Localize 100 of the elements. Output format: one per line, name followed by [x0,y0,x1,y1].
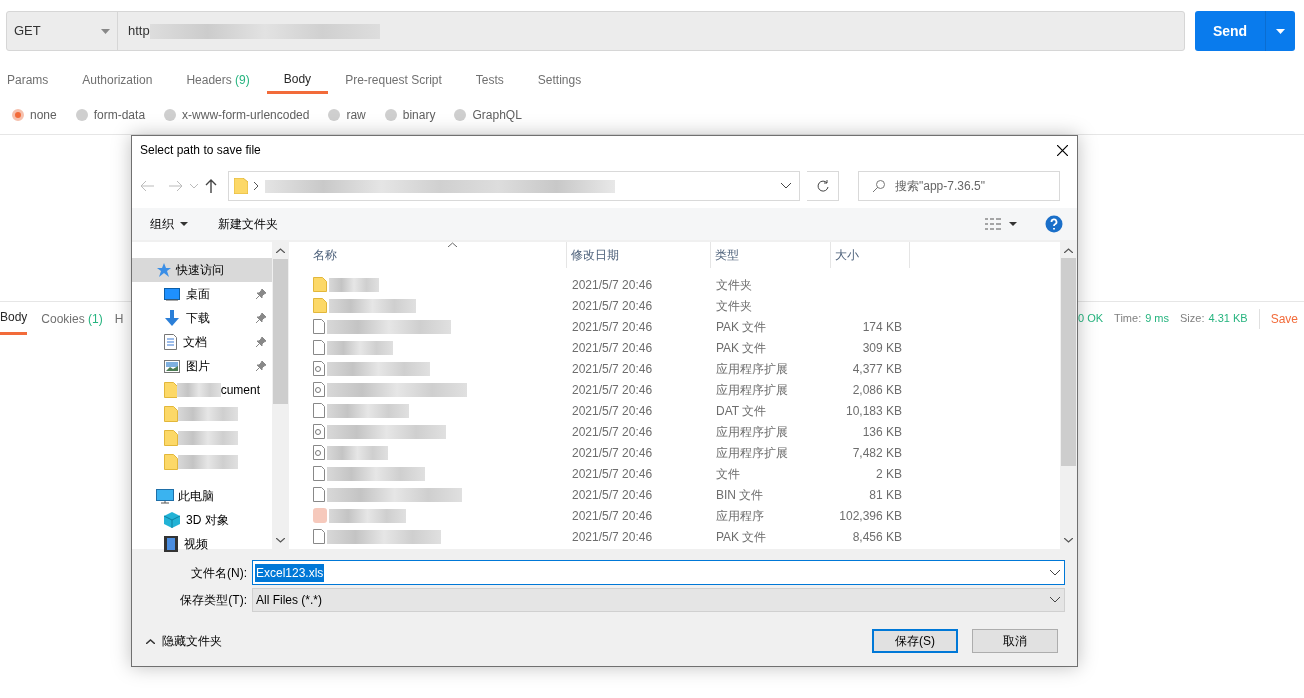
time-label: Time: [1114,311,1142,327]
monitor-icon [164,287,180,301]
column-header[interactable]: 修改日期 [566,242,710,268]
confirm-save-button[interactable]: 保存(S) [872,629,958,653]
caret-icon [180,222,188,226]
scrollbar[interactable] [1060,242,1077,549]
search-icon [873,180,885,192]
filetype-dropdown[interactable]: All Files (*.*) [252,588,1065,612]
cancel-button[interactable]: 取消 [972,629,1058,653]
radio-option[interactable]: none [12,106,57,124]
caret-icon [1009,222,1017,226]
refresh-icon [816,180,829,192]
chevron-down-icon[interactable] [781,183,791,189]
view-options-button[interactable] [985,218,1017,230]
chevron-up-icon [276,248,285,253]
radio-option[interactable]: form-data [75,106,146,124]
new-folder-button[interactable]: 新建文件夹 [218,215,278,233]
refresh-button[interactable] [807,171,839,201]
request-tab[interactable]: Body [266,66,329,94]
file-type: 应用程序扩展 [715,444,789,462]
nav-item[interactable]: 3D 对象 [132,508,272,532]
column-header[interactable]: 名称 [309,242,566,268]
file-row[interactable]: 2021/5/7 20:46 文件夹 [309,295,1060,316]
chevron-down-icon [1064,538,1073,543]
request-tab[interactable]: Pre-request Script [328,66,459,94]
blur-patch [178,431,238,445]
file-row[interactable]: 2021/5/7 20:46 DAT 文件 10,183 KB [309,400,1060,421]
dialog-title: Select path to save file [140,142,261,159]
file-size: 2 KB [875,465,903,483]
status-text: 0 OK [1078,311,1104,327]
help-icon[interactable] [1045,215,1063,233]
response-tab[interactable]: Cookies (1) [35,302,109,335]
scrollbar-thumb[interactable] [273,259,288,404]
list-view-icon [985,218,1001,230]
file-row[interactable]: 2021/5/7 20:46 文件夹 [309,274,1060,295]
document-icon [164,334,177,350]
chevron-down-icon [1050,569,1060,576]
radio-option[interactable]: GraphQL [454,106,522,124]
request-tab[interactable]: Authorization [65,66,170,94]
column-header[interactable]: 大小 [830,242,910,268]
request-tab[interactable]: Settings [520,66,599,94]
file-size: 4,377 KB [851,360,903,378]
hide-folders-button[interactable]: 隐藏文件夹 [146,632,222,650]
nav-item[interactable]: 视频 [132,532,272,556]
filename-value: Excel123.xls [255,563,325,582]
organize-menu[interactable]: 组织 [150,215,188,233]
nav-item[interactable]: 快速访问 [132,258,272,282]
nav-item[interactable]: 此电脑 [132,484,272,508]
chevron-right-icon [254,182,259,190]
scrollbar-thumb[interactable] [1061,258,1076,466]
file-row[interactable]: 2021/5/7 20:46 应用程序 102,396 KB [309,505,1060,526]
back-icon[interactable] [140,180,154,192]
nav-item[interactable]: 图片 [132,354,272,378]
request-tab[interactable]: Tests [458,66,521,94]
file-row[interactable]: 2021/5/7 20:46 应用程序扩展 4,377 KB [309,358,1060,379]
modified-date: 2021/5/7 20:46 [571,507,654,525]
gear-file-icon [313,445,325,460]
send-options-button[interactable] [1265,11,1295,51]
file-row[interactable]: 2021/5/7 20:46 PAK 文件 174 KB [309,316,1060,337]
file-row[interactable]: 2021/5/7 20:46 PAK 文件 8,456 KB [309,526,1060,547]
modified-date: 2021/5/7 20:46 [571,360,654,378]
computer-icon [156,488,174,504]
response-tab[interactable]: Body [0,302,28,335]
response-tab[interactable]: H [108,302,130,335]
nav-item[interactable]: 文档 [132,330,272,354]
file-size: 81 KB [868,486,903,504]
file-row[interactable]: 2021/5/7 20:46 BIN 文件 81 KB [309,484,1060,505]
nav-item[interactable]: 桌面 [132,282,272,306]
filename-field[interactable]: Excel123.xls [252,560,1065,585]
nav-item[interactable]: 下载 [132,306,272,330]
radio-option[interactable]: x-www-form-urlencoded [164,106,310,124]
file-row[interactable]: 2021/5/7 20:46 文件 2 KB [309,463,1060,484]
radio-option[interactable]: binary [384,106,436,124]
scrollbar[interactable] [272,242,289,549]
file-row[interactable]: 2021/5/7 20:46 应用程序扩展 2,086 KB [309,379,1060,400]
nav-item[interactable]: cument [132,378,272,402]
file-row[interactable]: 2021/5/7 20:46 PAK 文件 309 KB [309,337,1060,358]
chevron-up-icon [146,638,155,644]
blur-patch [178,407,238,421]
time-value: 9 ms [1145,311,1170,327]
size-label: Size: [1180,311,1205,327]
pin-icon [256,337,266,347]
file-size: 102,396 KB [838,507,903,525]
request-tab[interactable]: Headers (9) [169,66,267,94]
up-arrow-icon[interactable] [205,179,217,193]
file-row[interactable]: 2021/5/7 20:46 应用程序扩展 7,482 KB [309,442,1060,463]
gear-file-icon [313,424,325,439]
request-tab[interactable]: Params [7,66,66,94]
file-type: 应用程序扩展 [715,360,789,378]
forward-icon[interactable] [169,180,183,192]
column-header[interactable]: 类型 [710,242,830,268]
app-icon [313,508,327,523]
send-button[interactable]: Send [1195,11,1265,51]
modified-date: 2021/5/7 20:46 [571,444,654,462]
picture-icon [164,359,180,373]
radio-option[interactable]: raw [328,106,366,124]
blur-patch [327,445,388,460]
folder-icon [234,178,248,194]
search-field[interactable]: 搜索"app-7.36.5" [858,171,1060,201]
file-row[interactable]: 2021/5/7 20:46 应用程序扩展 136 KB [309,421,1060,442]
